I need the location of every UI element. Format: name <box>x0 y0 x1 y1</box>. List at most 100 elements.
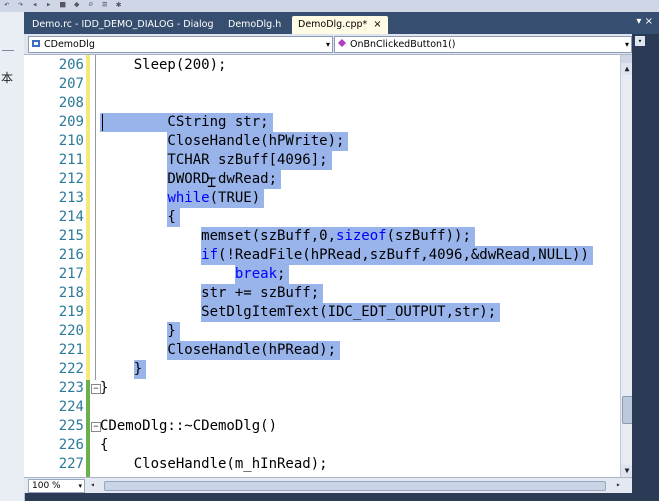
code-line[interactable]: 206 Sleep(200); <box>24 56 620 75</box>
code-text: SetDlgItemText(IDC_EDT_OUTPUT,str); <box>100 304 497 320</box>
navigate-back-icon[interactable]: ◂ <box>32 1 42 10</box>
code-line[interactable]: 212 DWORD dwRead; <box>24 170 620 189</box>
line-number: 223 <box>58 380 84 396</box>
code-line[interactable]: 227 CloseHandle(m_hInRead); <box>24 455 620 474</box>
right-panel: ▾ <box>632 34 659 501</box>
zoom-value: 100 % <box>32 481 61 491</box>
line-number: 211 <box>58 152 84 168</box>
tab-label: DemoDlg.cpp* <box>298 19 368 30</box>
scroll-left-button[interactable]: ◂ <box>90 480 95 489</box>
code-text: break; <box>234 266 286 282</box>
left-panel: 本 <box>0 12 25 501</box>
line-number: 216 <box>58 247 84 263</box>
line-number: 206 <box>58 57 84 73</box>
method-icon <box>338 39 346 47</box>
code-line[interactable]: 216 if(!ReadFile(hPRead,szBuff,4096,&dwR… <box>24 246 620 265</box>
code-text: DWORD dwRead; <box>100 171 278 187</box>
code-text: str += szBuff; <box>100 285 320 301</box>
find-icon[interactable]: ⌕ <box>88 1 98 10</box>
code-text: } <box>100 380 109 396</box>
line-number: 225 <box>58 418 84 434</box>
comment-icon[interactable]: ≡ <box>102 1 112 10</box>
code-text: CString str; <box>100 114 269 130</box>
line-number: 224 <box>58 399 84 415</box>
line-number: 226 <box>58 437 84 453</box>
code-text: { <box>100 437 109 453</box>
code-text: TCHAR szBuff[4096]; <box>100 152 328 168</box>
method-dropdown[interactable]: OnBnClickedButton1() ▾ <box>334 36 632 53</box>
text-caret <box>102 114 103 131</box>
undo-icon[interactable]: ↶ <box>4 1 14 10</box>
code-text: if(!ReadFile(hPRead,szBuff,4096,&dwRead,… <box>201 247 589 263</box>
line-number: 214 <box>58 209 84 225</box>
code-line[interactable]: 220 } <box>24 322 620 341</box>
class-dropdown-value: CDemoDlg <box>44 39 95 50</box>
line-number: 217 <box>58 266 84 282</box>
tab-overflow-icon[interactable]: ▾ × <box>636 16 653 27</box>
code-text: } <box>100 323 176 339</box>
tab-demo-rc[interactable]: Demo.rc - IDD_DEMO_DIALOG - Dialog <box>26 16 220 34</box>
code-line[interactable]: 214 { <box>24 208 620 227</box>
code-line[interactable]: 226 { <box>24 436 620 455</box>
navigation-bar: CDemoDlg ▾ OnBnClickedButton1() ▾ <box>24 34 632 55</box>
horizontal-scroll-thumb[interactable] <box>104 481 606 491</box>
build-icon[interactable]: ■ <box>60 1 70 10</box>
pin-icon[interactable]: ▾ <box>635 36 645 46</box>
code-text: } <box>100 361 143 377</box>
line-number: 222 <box>58 361 84 377</box>
line-number: 213 <box>58 190 84 206</box>
collapse-icon[interactable]: − <box>91 384 101 394</box>
code-line[interactable]: 211 TCHAR szBuff[4096]; <box>24 151 620 170</box>
code-line[interactable]: 225 CDemoDlg::~CDemoDlg() − <box>24 417 620 436</box>
code-line[interactable]: 222 } <box>24 360 620 379</box>
line-number: 210 <box>58 133 84 149</box>
line-number: 220 <box>58 323 84 339</box>
code-line[interactable]: 208 <box>24 94 620 113</box>
navigate-forward-icon[interactable]: ▸ <box>46 1 56 10</box>
left-panel-glyph: 本 <box>1 71 14 85</box>
code-text: CDemoDlg::~CDemoDlg() <box>100 418 278 434</box>
line-number: 209 <box>58 114 84 130</box>
line-number: 218 <box>58 285 84 301</box>
line-number: 221 <box>58 342 84 358</box>
code-line[interactable]: 210 CloseHandle(hPWrite); <box>24 132 620 151</box>
tab-label: DemoDlg.h <box>228 19 282 30</box>
code-line[interactable]: 207 <box>24 75 620 94</box>
scroll-right-button[interactable]: ▸ <box>616 480 621 489</box>
document-tab-bar: Demo.rc - IDD_DEMO_DIALOG - Dialog DemoD… <box>24 12 659 34</box>
code-text: CloseHandle(hPRead); <box>100 342 337 358</box>
code-line[interactable]: 217 break; <box>24 265 620 284</box>
code-text: Sleep(200); <box>100 57 227 73</box>
code-text: CloseHandle(m_hInRead); <box>100 456 328 472</box>
code-text: while(TRUE) <box>167 190 261 206</box>
code-line[interactable]: 213 while(TRUE) <box>24 189 620 208</box>
code-line[interactable]: 223} − <box>24 379 620 398</box>
editor-bottom-bar: 100 % ▾ ◂ ▸ <box>24 477 632 493</box>
close-icon[interactable]: × <box>373 19 381 30</box>
zoom-dropdown[interactable]: 100 % ▾ <box>28 479 85 493</box>
left-panel-divider <box>2 50 14 51</box>
code-text: { <box>100 209 176 225</box>
tab-label: Demo.rc - IDD_DEMO_DIALOG - Dialog <box>32 19 214 30</box>
code-text: memset(szBuff,0,sizeof(szBuff)); <box>100 228 471 244</box>
chevron-down-icon: ▾ <box>325 40 330 49</box>
line-number: 207 <box>58 76 84 92</box>
code-line[interactable]: 215 memset(szBuff,0,sizeof(szBuff)); <box>24 227 620 246</box>
code-editor[interactable]: 206 Sleep(200); 207 208 209 CString str; 210… <box>24 55 620 477</box>
code-line[interactable]: 218 str += szBuff; <box>24 284 620 303</box>
tab-demodlg-cpp[interactable]: DemoDlg.cpp* × <box>292 16 388 34</box>
line-number: 215 <box>58 228 84 244</box>
code-line[interactable]: 219 SetDlgItemText(IDC_EDT_OUTPUT,str); <box>24 303 620 322</box>
code-line[interactable]: 224 <box>24 398 620 417</box>
tab-demodlg-h[interactable]: DemoDlg.h <box>222 16 287 34</box>
class-dropdown[interactable]: CDemoDlg ▾ <box>28 36 333 53</box>
code-line[interactable]: 209 CString str; <box>24 113 620 132</box>
code-line[interactable]: 221 CloseHandle(hPRead); <box>24 341 620 360</box>
line-number: 227 <box>58 456 84 472</box>
line-number: 212 <box>58 171 84 187</box>
collapse-icon[interactable]: − <box>91 422 101 432</box>
bookmark-icon[interactable]: ◆ <box>74 1 84 10</box>
line-number: 219 <box>58 304 84 320</box>
redo-icon[interactable]: ↷ <box>18 1 28 10</box>
settings-icon[interactable]: ✱ <box>116 1 126 10</box>
